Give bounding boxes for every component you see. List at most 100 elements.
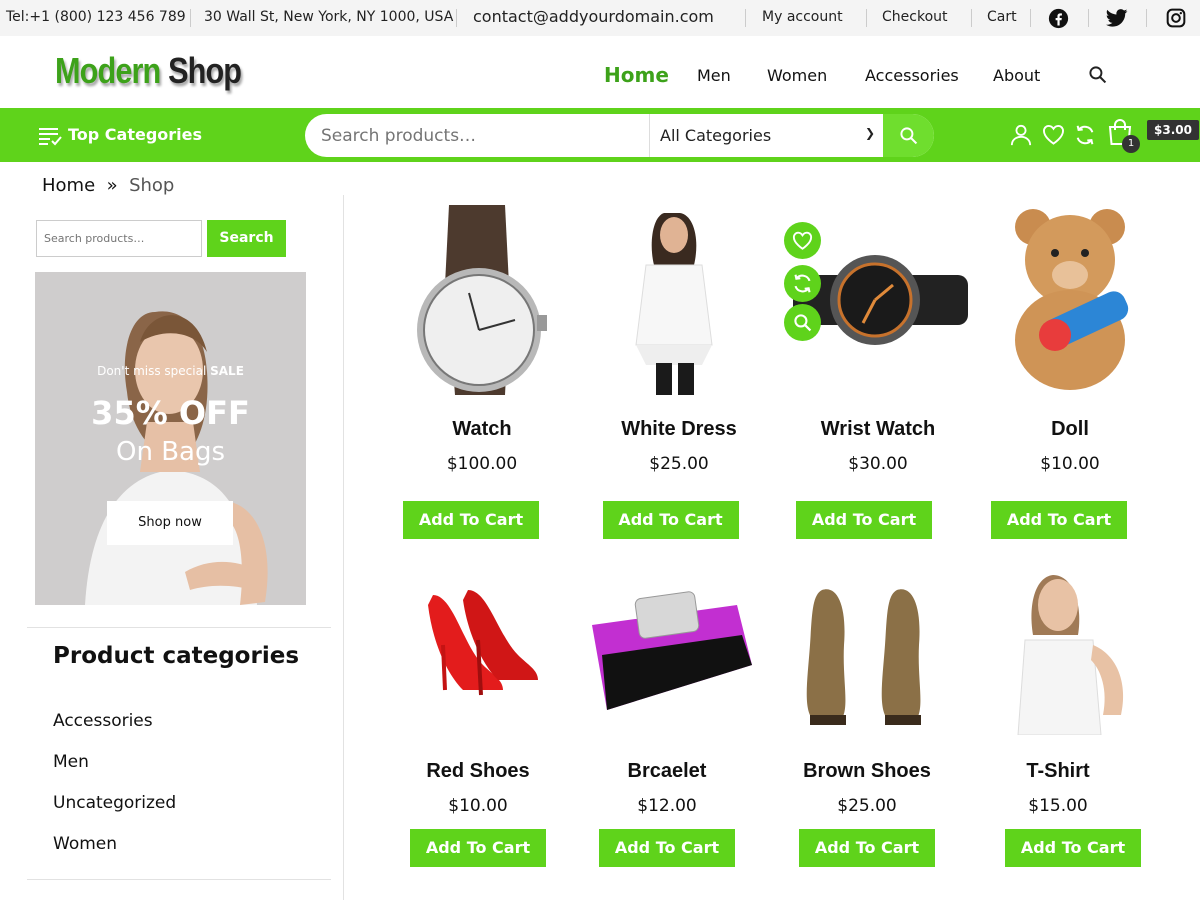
- add-to-cart-button[interactable]: Add To Cart: [796, 501, 932, 539]
- quick-wishlist-button[interactable]: [784, 222, 821, 259]
- user-account-icon[interactable]: [1010, 123, 1032, 147]
- add-to-cart-button[interactable]: Add To Cart: [1005, 829, 1141, 867]
- wishlist-heart-icon[interactable]: [1042, 124, 1065, 145]
- product-price: $10.00: [1040, 454, 1100, 474]
- nav-women[interactable]: Women: [767, 66, 827, 85]
- category-select[interactable]: All Categories ❯: [649, 114, 883, 157]
- product-image-link[interactable]: [393, 565, 563, 735]
- category-link-men[interactable]: Men: [53, 752, 89, 772]
- banner-tagline: Don't miss special SALE: [35, 364, 306, 378]
- divider: [27, 627, 331, 628]
- quick-view-button[interactable]: [784, 304, 821, 341]
- product-price: $12.00: [637, 796, 697, 816]
- sidebar-search-button[interactable]: Search: [207, 220, 286, 257]
- tshirt-image: [1017, 575, 1124, 736]
- product-price: $15.00: [1028, 796, 1088, 816]
- product-card: T-Shirt $15.00 Add To Cart: [963, 565, 1153, 867]
- product-price: $10.00: [448, 796, 508, 816]
- product-price: $30.00: [848, 454, 908, 474]
- cart-link[interactable]: Cart: [987, 9, 1017, 25]
- nav-accessories[interactable]: Accessories: [865, 66, 959, 85]
- top-categories-button[interactable]: Top Categories: [38, 125, 202, 146]
- product-card: Brcaelet $12.00 Add To Cart: [572, 565, 762, 867]
- add-to-cart-button[interactable]: Add To Cart: [991, 501, 1127, 539]
- promo-banner[interactable]: Don't miss special SALE 35% OFF On Bags …: [35, 272, 306, 605]
- search-submit-button[interactable]: [883, 114, 934, 157]
- divider: [866, 9, 867, 27]
- watch-image: [417, 205, 547, 395]
- product-name[interactable]: T-Shirt: [963, 760, 1153, 783]
- nav-home[interactable]: Home: [604, 63, 669, 87]
- chevron-down-icon: ❯: [864, 126, 875, 140]
- product-name[interactable]: Wrist Watch: [783, 418, 973, 441]
- menu-list-icon: [39, 127, 62, 145]
- add-to-cart-button[interactable]: Add To Cart: [599, 829, 735, 867]
- product-name[interactable]: White Dress: [584, 418, 774, 441]
- add-to-cart-button[interactable]: Add To Cart: [410, 829, 546, 867]
- product-price: $100.00: [446, 454, 518, 474]
- product-image-link[interactable]: [782, 565, 952, 735]
- product-image-link[interactable]: [594, 205, 764, 395]
- add-to-cart-button[interactable]: Add To Cart: [602, 501, 739, 539]
- my-account-link[interactable]: My account: [762, 9, 843, 25]
- breadcrumb-home[interactable]: Home: [42, 175, 95, 196]
- product-name[interactable]: Brcaelet: [572, 760, 762, 783]
- teddy-bear-image: [1015, 209, 1129, 390]
- product-name[interactable]: Red Shoes: [383, 760, 573, 783]
- category-select-value: All Categories: [660, 126, 772, 145]
- category-link-women[interactable]: Women: [53, 834, 117, 854]
- add-to-cart-button[interactable]: Add To Cart: [799, 829, 935, 867]
- product-card: White Dress $25.00 Add To Cart: [584, 205, 774, 539]
- product-image-link[interactable]: [973, 565, 1143, 736]
- email-link[interactable]: contact@addyourdomain.com: [473, 7, 714, 26]
- logo-part-shop: Shop: [168, 50, 242, 91]
- site-logo[interactable]: Modern Shop: [55, 50, 242, 92]
- product-image-link[interactable]: [397, 205, 567, 395]
- divider: [1146, 9, 1147, 27]
- banner-tagline-text: Don't miss special: [97, 364, 211, 378]
- category-link-uncategorized[interactable]: Uncategorized: [53, 793, 176, 813]
- divider: [1030, 9, 1031, 27]
- address-text: 30 Wall St, New York, NY 1000, USA: [204, 9, 454, 25]
- checkout-link[interactable]: Checkout: [882, 9, 948, 25]
- facebook-icon[interactable]: [1048, 8, 1069, 29]
- divider: [971, 9, 972, 27]
- dress-image: [635, 213, 713, 395]
- brown-shoes-image: [806, 589, 921, 725]
- product-price: $25.00: [649, 454, 709, 474]
- product-name[interactable]: Doll: [975, 418, 1165, 441]
- nav-men[interactable]: Men: [697, 66, 731, 85]
- breadcrumb: Home » Shop: [42, 175, 174, 196]
- compare-refresh-icon[interactable]: [1074, 124, 1096, 146]
- product-image-link[interactable]: [582, 565, 752, 735]
- product-card: Watch $100.00 Add To Cart: [387, 205, 577, 539]
- quick-compare-button[interactable]: [784, 265, 821, 302]
- banner-discount: 35% OFF: [91, 394, 250, 432]
- category-link-accessories[interactable]: Accessories: [53, 711, 153, 731]
- product-card: Red Shoes $10.00 Add To Cart: [383, 565, 573, 867]
- sidebar-search-input[interactable]: [36, 220, 202, 257]
- heart-icon: [792, 231, 813, 250]
- search-icon: [900, 127, 918, 145]
- divider: [745, 9, 746, 27]
- bracelet-image: [592, 591, 752, 710]
- product-name[interactable]: Brown Shoes: [772, 760, 962, 783]
- search-icon[interactable]: [1088, 65, 1107, 84]
- divider: [27, 879, 331, 880]
- banner-subtitle: On Bags: [115, 437, 226, 467]
- category-search-bar: Top Categories All Categories ❯ 1 $3.00: [0, 108, 1200, 162]
- logo-part-modern: Modern: [55, 50, 161, 91]
- product-card: Doll $10.00 Add To Cart: [975, 205, 1165, 539]
- nav-about[interactable]: About: [993, 66, 1040, 85]
- product-image-link[interactable]: [985, 205, 1155, 395]
- product-search-input[interactable]: [321, 114, 641, 157]
- shop-now-button[interactable]: Shop now: [107, 501, 233, 545]
- product-categories-heading: Product categories: [53, 643, 300, 669]
- twitter-icon[interactable]: [1106, 9, 1128, 27]
- cart-total-badge[interactable]: $3.00: [1147, 120, 1199, 140]
- add-to-cart-button[interactable]: Add To Cart: [403, 501, 539, 539]
- top-info-bar: Tel:+1 (800) 123 456 789 30 Wall St, New…: [0, 0, 1200, 36]
- product-search-form: All Categories ❯: [305, 114, 934, 157]
- product-name[interactable]: Watch: [387, 418, 577, 441]
- instagram-icon[interactable]: [1166, 8, 1186, 28]
